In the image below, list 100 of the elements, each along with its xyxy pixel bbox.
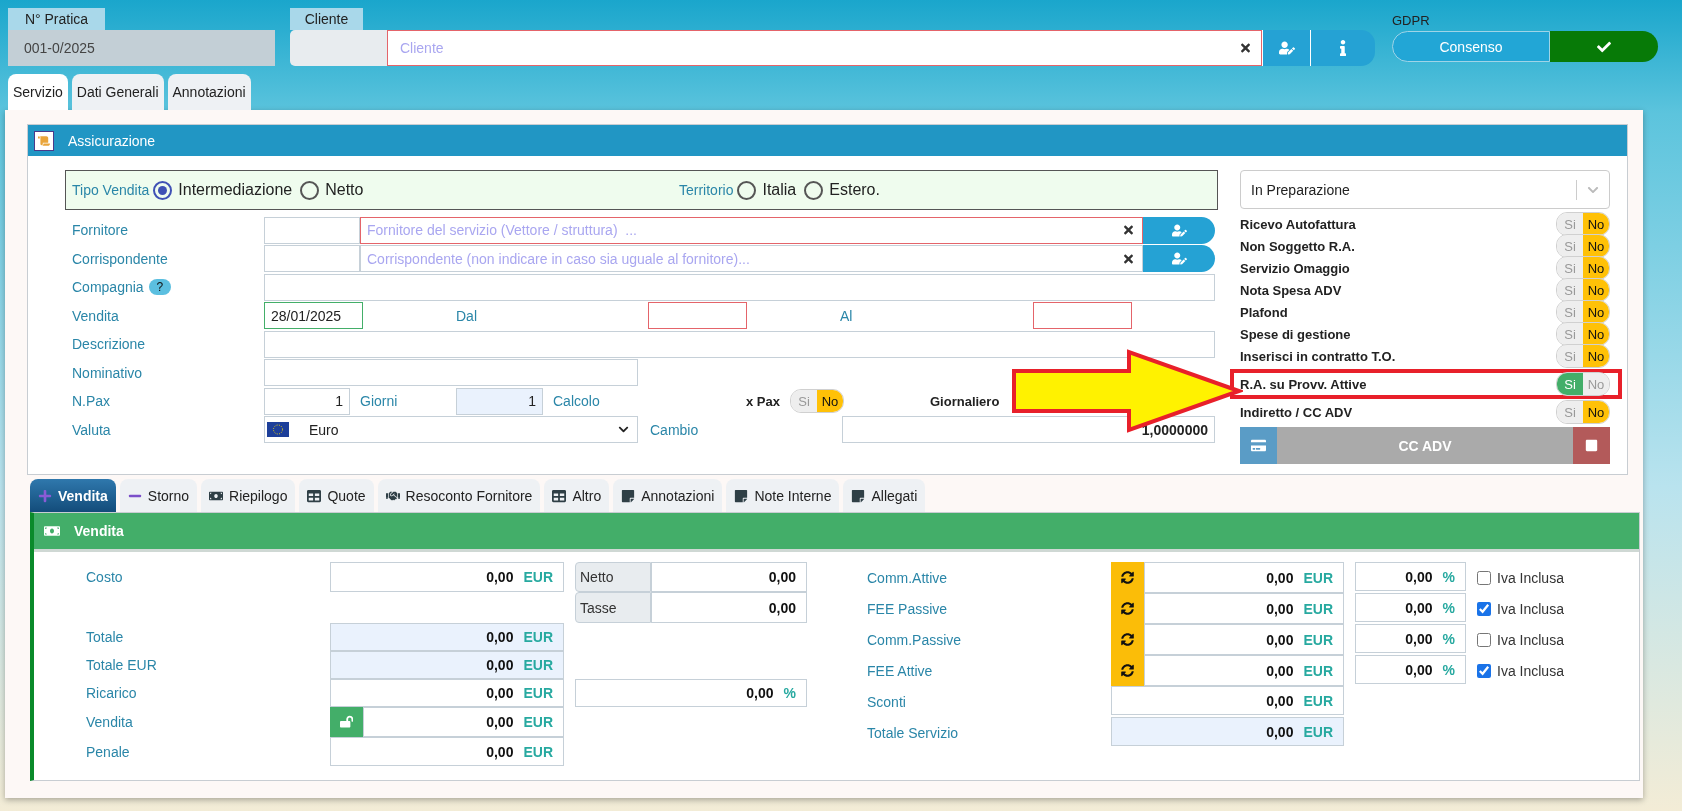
- si-no-toggle[interactable]: Si No: [1556, 344, 1610, 368]
- date-field[interactable]: [648, 302, 747, 330]
- stop-button[interactable]: [1573, 427, 1610, 464]
- tab[interactable]: Resoconto Fornitore: [377, 479, 541, 512]
- tab[interactable]: Vendita: [30, 479, 116, 512]
- code-field[interactable]: [290, 30, 387, 66]
- vat-checkbox[interactable]: [1477, 601, 1491, 616]
- check-button[interactable]: [1550, 31, 1658, 62]
- supplier-field[interactable]: Fornitore del servizio (Vettore / struttura) ...: [360, 216, 1143, 244]
- company-field[interactable]: [264, 273, 1215, 301]
- tab[interactable]: Altro: [544, 479, 610, 512]
- card-button[interactable]: [1240, 427, 1277, 464]
- percent-field[interactable]: 0,00 %: [575, 679, 807, 707]
- si-no-toggle[interactable]: Si No: [1556, 322, 1610, 346]
- si-no-toggle[interactable]: Si No: [790, 389, 844, 414]
- code-field[interactable]: [264, 245, 360, 273]
- scroll-icon: [34, 130, 54, 151]
- clear-icon[interactable]: [1239, 41, 1252, 55]
- amount-field[interactable]: 0,00: [651, 592, 807, 623]
- help-badge[interactable]: ?: [148, 279, 172, 296]
- tab[interactable]: Storno: [119, 479, 198, 512]
- user-edit-button[interactable]: [1143, 245, 1215, 273]
- option-label: Nota Spesa ADV: [1240, 282, 1342, 298]
- refresh-icon: [1121, 571, 1134, 584]
- table-icon: [307, 488, 322, 503]
- refresh-button[interactable]: [1111, 562, 1144, 593]
- amount-field[interactable]: 0,00 EUR: [330, 737, 564, 766]
- currency-select[interactable]: Euro: [264, 416, 638, 444]
- date-field[interactable]: 28/01/2025: [264, 302, 363, 330]
- info-button[interactable]: [1310, 30, 1375, 66]
- amount-field[interactable]: 0,00 EUR: [1144, 593, 1344, 624]
- code-field[interactable]: [264, 216, 360, 244]
- radio-option[interactable]: Intermediazione: [153, 180, 297, 200]
- percent-field[interactable]: 0,00 %: [1355, 562, 1466, 591]
- amount-field[interactable]: 0,00 EUR: [1111, 717, 1344, 746]
- si-no-toggle[interactable]: Si No: [1556, 212, 1610, 236]
- radio-option[interactable]: Estero.: [804, 180, 884, 200]
- vat-checkbox[interactable]: [1477, 663, 1491, 678]
- amount-field[interactable]: 0,00 EUR: [330, 623, 564, 651]
- tab[interactable]: Allegati: [843, 479, 926, 512]
- amount-field[interactable]: 0,00 EUR: [1111, 686, 1344, 715]
- tab[interactable]: Quote: [299, 479, 374, 512]
- tab[interactable]: Annotazioni: [613, 479, 723, 512]
- field-label: Descrizione: [72, 336, 147, 353]
- field-label: Corrispondente: [72, 250, 169, 267]
- user-edit-button[interactable]: [1143, 216, 1215, 244]
- tab[interactable]: Annotazioni: [167, 74, 251, 110]
- field-label: Totale Servizio: [867, 724, 960, 741]
- amount-field[interactable]: 0,00 EUR: [1144, 562, 1344, 593]
- tab[interactable]: Servizio: [8, 74, 68, 110]
- user-edit-icon: [1171, 222, 1187, 238]
- tab[interactable]: Note Interne: [726, 479, 840, 512]
- status-select[interactable]: In Preparazione: [1240, 170, 1610, 209]
- date-field[interactable]: [1033, 302, 1132, 330]
- field-label: Territorio: [679, 182, 734, 198]
- field-label: Netto: [575, 562, 651, 592]
- checkbox-label: Iva Inclusa: [1497, 662, 1564, 679]
- unlock-button[interactable]: [330, 707, 363, 737]
- field-label: Sconti: [867, 693, 907, 710]
- checkbox-label: Iva Inclusa: [1497, 569, 1564, 586]
- vat-checkbox[interactable]: [1477, 570, 1491, 585]
- option-label: Inserisci in contratto T.O.: [1240, 348, 1396, 364]
- percent-field[interactable]: 0,00 %: [1355, 624, 1466, 653]
- percent-field[interactable]: 0,00 %: [1355, 655, 1466, 684]
- days-field[interactable]: 1: [456, 387, 543, 415]
- si-no-toggle[interactable]: Si No: [1556, 234, 1610, 258]
- exchange-rate-field[interactable]: 1,0000000: [842, 416, 1215, 444]
- si-no-toggle[interactable]: Si No: [1556, 300, 1610, 324]
- radio-option[interactable]: Netto: [300, 180, 368, 200]
- amount-field[interactable]: 0,00: [651, 562, 807, 592]
- amount-field[interactable]: 0,00 EUR: [1144, 624, 1344, 655]
- tab[interactable]: Dati Generali: [71, 74, 164, 110]
- clear-icon[interactable]: [1122, 223, 1135, 237]
- checkbox-label: Iva Inclusa: [1497, 631, 1564, 648]
- refresh-button[interactable]: [1111, 655, 1144, 686]
- field-label: Vendita: [72, 307, 120, 324]
- user-edit-button[interactable]: [1262, 30, 1310, 66]
- tab[interactable]: Riepilogo: [201, 479, 296, 512]
- clear-icon[interactable]: [1122, 252, 1135, 266]
- field-label: Ricarico: [86, 685, 137, 701]
- amount-field[interactable]: 0,00 EUR: [363, 707, 564, 737]
- cliente-field[interactable]: Cliente: [387, 30, 1262, 66]
- description-field[interactable]: [264, 330, 1215, 358]
- si-no-toggle[interactable]: Si No: [1556, 278, 1610, 302]
- si-no-toggle[interactable]: Si No: [1556, 256, 1610, 280]
- radio-option[interactable]: Italia: [737, 180, 801, 200]
- percent-field[interactable]: 0,00 %: [1355, 593, 1466, 622]
- field-label: x Pax: [746, 393, 781, 409]
- si-no-toggle[interactable]: Si No: [1556, 400, 1610, 424]
- user-edit-icon: [1171, 251, 1187, 267]
- option-label: R.A. su Provv. Attive: [1240, 376, 1367, 392]
- amount-field[interactable]: 0,00 EUR: [330, 651, 564, 679]
- correspondent-field[interactable]: Corrispondente (non indicare in caso sia uguale al fornitore)...: [360, 245, 1143, 273]
- name-field[interactable]: [264, 359, 638, 387]
- pax-field[interactable]: 1: [264, 387, 350, 415]
- field-label: Totale: [86, 629, 124, 645]
- amount-field[interactable]: 0,00 EUR: [330, 562, 564, 592]
- amount-field[interactable]: 0,00 EUR: [330, 679, 564, 707]
- amount-field[interactable]: 0,00 EUR: [1144, 655, 1344, 686]
- vat-checkbox[interactable]: [1477, 632, 1491, 647]
